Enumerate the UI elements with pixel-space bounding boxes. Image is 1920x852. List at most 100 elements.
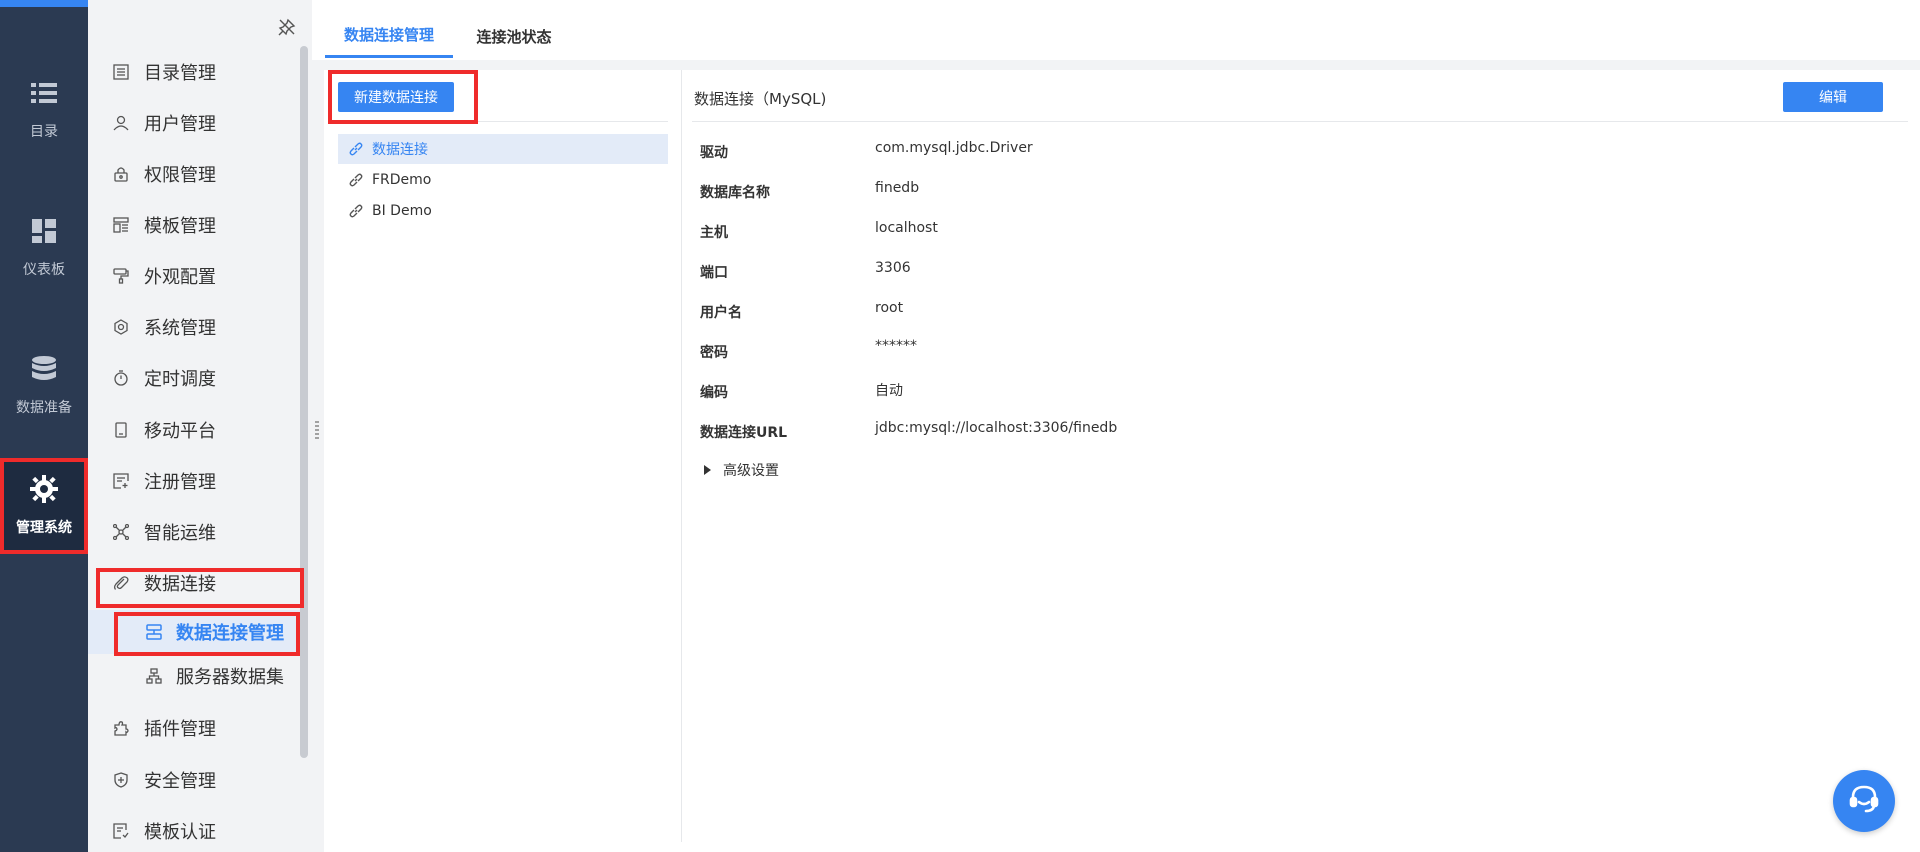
tab-label: 数据连接管理 [343, 26, 434, 44]
tab-pool-status[interactable]: 连接池状态 [464, 14, 564, 58]
menu-item-registration[interactable]: 注册管理 [88, 456, 298, 506]
customer-service-button[interactable] [1833, 770, 1895, 832]
advanced-settings-toggle[interactable]: 高级设置 [704, 460, 779, 480]
menu-item-directory[interactable]: 目录管理 [88, 47, 298, 97]
connection-item-label: FRDemo [372, 172, 432, 188]
menu-item-label: 注册管理 [144, 472, 216, 493]
menu-item-template-cert[interactable]: 模板认证 [88, 806, 298, 852]
connection-item-bidemo[interactable]: BI Demo [338, 196, 668, 226]
menu-item-label: 安全管理 [144, 771, 216, 792]
field-label-driver: 驱动 [700, 145, 728, 161]
directory-icon [112, 63, 130, 81]
dashboard-icon [30, 217, 58, 245]
dataset-icon [146, 667, 164, 685]
certificate-icon [112, 822, 130, 840]
menu-sub-server-dataset[interactable]: 服务器数据集 [88, 654, 302, 698]
field-value-username: root [875, 300, 904, 316]
rail-item-data-prep[interactable]: 数据准备 [0, 326, 88, 446]
rail-item-catalog[interactable]: 目录 [0, 50, 88, 170]
app-rail: 目录 仪表板 数据准备 管理系统 [0, 0, 88, 852]
field-value-database: finedb [875, 180, 920, 196]
field-value-host: localhost [875, 220, 938, 236]
menu-scrollbar[interactable] [300, 46, 308, 758]
user-icon [112, 114, 130, 132]
field-label-url: 数据连接URL [700, 425, 788, 441]
connection-item-label: 数据连接 [372, 142, 428, 158]
menu-item-schedule[interactable]: 定时调度 [88, 353, 298, 403]
menu-item-label: 系统管理 [144, 318, 216, 339]
highlight-rail-admin [0, 458, 88, 554]
menu-item-ops[interactable]: 智能运维 [88, 507, 298, 557]
caret-right-icon [704, 465, 711, 475]
menu-item-appearance[interactable]: 外观配置 [88, 251, 298, 301]
menu-item-permissions[interactable]: 权限管理 [88, 149, 298, 199]
field-label-database: 数据库名称 [700, 185, 770, 201]
field-value-driver: com.mysql.jdbc.Driver [875, 140, 1033, 156]
divider [692, 121, 1908, 122]
field-label-password: 密码 [700, 345, 728, 361]
menu-item-mobile[interactable]: 移动平台 [88, 405, 298, 455]
panel-splitter[interactable] [315, 420, 319, 440]
connection-item-frdemo[interactable]: FRDemo [338, 165, 668, 195]
shield-icon [112, 771, 130, 789]
detail-title: 数据连接（MySQL) [694, 90, 827, 108]
advanced-settings-label: 高级设置 [723, 463, 779, 479]
template-icon [112, 216, 130, 234]
edit-button[interactable]: 编辑 [1783, 82, 1883, 112]
tab-label: 连接池状态 [476, 27, 552, 46]
menu-item-label: 权限管理 [144, 165, 216, 186]
menu-item-label: 用户管理 [144, 114, 216, 135]
field-label-encoding: 编码 [700, 385, 728, 401]
field-label-port: 端口 [700, 265, 728, 281]
field-label-host: 主机 [700, 225, 728, 241]
menu-item-system[interactable]: 系统管理 [88, 302, 298, 352]
pin-icon[interactable] [278, 18, 298, 38]
rail-item-dashboard[interactable]: 仪表板 [0, 188, 88, 308]
database-icon [30, 355, 58, 383]
highlight-menu-connection-manage [114, 612, 300, 656]
menu-item-label: 移动平台 [144, 421, 216, 442]
connection-item-label: BI Demo [372, 203, 432, 219]
list-icon [30, 79, 58, 107]
register-icon [112, 472, 130, 490]
rail-accent-bar [0, 0, 88, 7]
plugin-icon [112, 719, 130, 737]
connection-list-panel: 新建数据连接 数据连接 FRDemo BI Demo [324, 70, 682, 842]
tab-connection-manage[interactable]: 数据连接管理 [325, 14, 453, 58]
rail-item-label: 数据准备 [16, 400, 72, 416]
rail-item-label: 目录 [30, 124, 58, 140]
connection-item-default[interactable]: 数据连接 [338, 134, 668, 164]
menu-item-label: 插件管理 [144, 719, 216, 740]
link-icon [348, 172, 364, 188]
rail-item-label: 仪表板 [23, 262, 65, 278]
menu-item-label: 智能运维 [144, 523, 216, 544]
headset-icon [1846, 781, 1882, 821]
mobile-icon [112, 421, 130, 439]
link-icon [348, 141, 364, 157]
settings-icon [112, 318, 130, 336]
main-content: 新建数据连接 数据连接 FRDemo BI Demo 数据连接（MySQL) 编… [324, 70, 1920, 852]
network-icon [112, 523, 130, 541]
field-label-username: 用户名 [700, 305, 742, 321]
menu-item-label: 外观配置 [144, 267, 216, 288]
admin-menu: 目录管理 用户管理 权限管理 模板管理 外观配置 系统管理 定时调度 移动平台 … [88, 0, 312, 852]
link-icon [348, 203, 364, 219]
menu-item-label: 目录管理 [144, 63, 216, 84]
highlight-menu-data-connection [96, 568, 304, 608]
connection-detail-panel: 数据连接（MySQL) 编辑 驱动 com.mysql.jdbc.Driver … [682, 70, 1920, 842]
paint-roller-icon [112, 267, 130, 285]
menu-item-security[interactable]: 安全管理 [88, 755, 298, 805]
menu-item-label: 模板管理 [144, 216, 216, 237]
menu-item-templates[interactable]: 模板管理 [88, 200, 298, 250]
menu-item-label: 模板认证 [144, 822, 216, 843]
menu-item-users[interactable]: 用户管理 [88, 98, 298, 148]
tab-bar: 数据连接管理 连接池状态 [312, 0, 1920, 60]
menu-sub-label: 服务器数据集 [176, 667, 284, 688]
highlight-new-connection [328, 70, 478, 124]
menu-item-plugins[interactable]: 插件管理 [88, 703, 298, 753]
timer-icon [112, 369, 130, 387]
lock-icon [112, 165, 130, 183]
field-value-encoding: 自动 [875, 383, 903, 399]
field-value-url: jdbc:mysql://localhost:3306/finedb [875, 420, 1118, 436]
menu-item-label: 定时调度 [144, 369, 216, 390]
